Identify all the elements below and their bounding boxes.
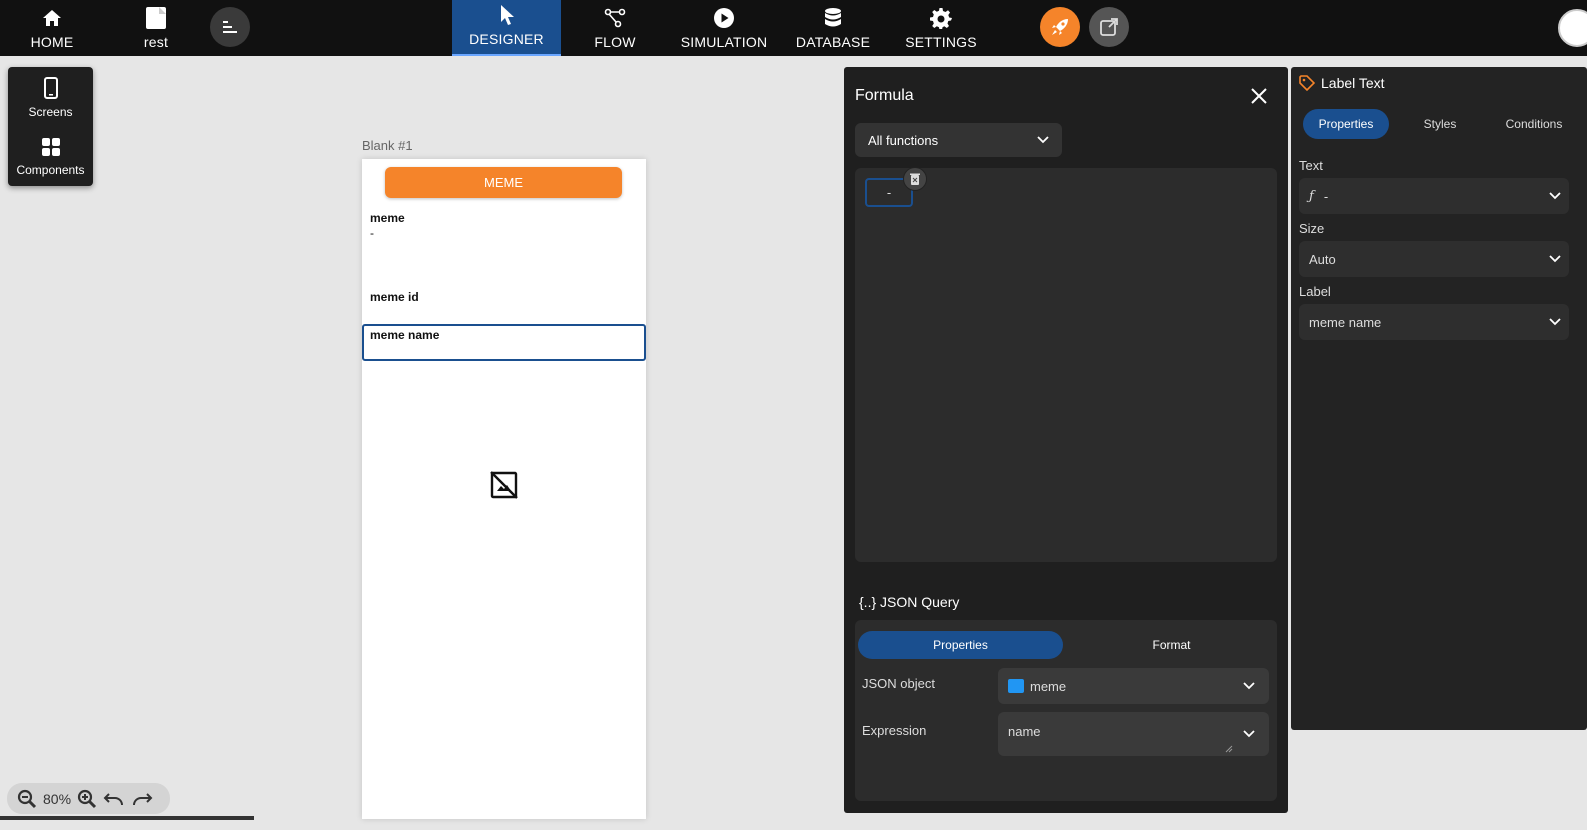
- tab-flow[interactable]: FLOW: [585, 0, 645, 56]
- rocket-icon: [1052, 19, 1068, 35]
- horizontal-scrollbar[interactable]: [0, 816, 254, 820]
- text-label: Text: [1299, 158, 1323, 173]
- flow-icon: [603, 6, 627, 30]
- tag-icon: [1299, 75, 1315, 91]
- json-object-color-swatch: [1008, 679, 1024, 693]
- tab-styles[interactable]: Styles: [1397, 109, 1483, 139]
- palette-screens-label: Screens: [28, 105, 73, 119]
- functions-select-value: All functions: [868, 132, 939, 148]
- formula-token-value: -: [886, 185, 892, 200]
- properties-title-text: Label Text: [1321, 75, 1385, 91]
- external-link-icon: [1100, 18, 1118, 36]
- size-label: Size: [1299, 221, 1325, 236]
- nav-home[interactable]: HOME: [22, 0, 82, 56]
- tab-simulation-label: SIMULATION: [680, 34, 768, 50]
- component-palette: Screens Components: [8, 67, 93, 186]
- meme-label-title[interactable]: meme: [370, 211, 405, 225]
- zoom-in-icon[interactable]: [77, 789, 97, 809]
- chevron-down-icon: [1037, 136, 1049, 144]
- tab-jq-properties[interactable]: Properties: [858, 631, 1063, 659]
- grid-icon: [41, 138, 60, 156]
- selected-label-outline[interactable]: meme name: [362, 324, 646, 361]
- function-icon: ƒ: [1309, 188, 1314, 204]
- label-select[interactable]: meme name: [1299, 304, 1569, 340]
- avatar[interactable]: [1558, 9, 1587, 47]
- label-label: Label: [1299, 284, 1331, 299]
- meme-id-label[interactable]: meme id: [370, 290, 419, 304]
- formula-panel: Formula All functions - {..} JSON Query …: [844, 67, 1288, 813]
- tab-designer-label: DESIGNER: [469, 31, 544, 47]
- nav-project-label: rest: [143, 34, 169, 50]
- tab-flow-label: FLOW: [594, 34, 636, 50]
- expression-label: Expression: [862, 723, 927, 738]
- meme-button[interactable]: MEME: [385, 167, 622, 198]
- chevron-down-icon: [1549, 192, 1561, 200]
- tab-designer[interactable]: DESIGNER: [452, 0, 561, 56]
- palette-screens[interactable]: Screens: [8, 77, 93, 119]
- tab-settings-label: SETTINGS: [905, 34, 977, 50]
- size-select[interactable]: Auto: [1299, 241, 1569, 277]
- properties-panel: Label Text Properties Styles Conditions …: [1291, 67, 1587, 730]
- size-value: Auto: [1309, 251, 1336, 267]
- text-select[interactable]: ƒ -: [1299, 178, 1569, 214]
- chevron-down-icon: [1549, 318, 1561, 326]
- label-value: meme name: [1309, 314, 1382, 330]
- palette-components[interactable]: Components: [8, 137, 93, 177]
- tab-conditions[interactable]: Conditions: [1491, 109, 1577, 139]
- json-object-value: meme: [1030, 678, 1067, 694]
- zoom-out-icon[interactable]: [17, 789, 37, 809]
- cursor-icon: [495, 3, 519, 27]
- json-object-select[interactable]: meme: [998, 668, 1269, 704]
- tab-simulation[interactable]: SIMULATION: [678, 0, 770, 56]
- trash-icon: [910, 173, 920, 185]
- zoom-controls: 80%: [7, 783, 170, 814]
- json-query-title: {..} JSON Query: [859, 594, 960, 610]
- tab-jq-format[interactable]: Format: [1069, 631, 1274, 659]
- nav-project[interactable]: rest: [130, 0, 182, 56]
- publish-button[interactable]: [1040, 7, 1080, 47]
- json-query-box: Properties Format JSON object meme Expre…: [855, 620, 1277, 801]
- meme-label-value[interactable]: -: [370, 226, 374, 240]
- json-query-tabs: Properties Format: [855, 628, 1277, 660]
- open-external-button[interactable]: [1089, 7, 1129, 47]
- formula-editor[interactable]: -: [855, 167, 1277, 562]
- menu-lines-icon: [223, 21, 237, 33]
- json-object-label: JSON object: [862, 676, 935, 691]
- database-icon: [821, 6, 845, 30]
- text-value: -: [1323, 188, 1329, 204]
- chevron-down-icon: [1549, 255, 1561, 263]
- undo-icon[interactable]: [103, 791, 125, 807]
- functions-select[interactable]: All functions: [855, 123, 1062, 157]
- menu-toggle-button[interactable]: [210, 7, 250, 47]
- tab-database-label: DATABASE: [795, 34, 871, 50]
- tab-settings[interactable]: SETTINGS: [904, 0, 978, 56]
- palette-components-label: Components: [16, 163, 85, 177]
- phone-screen-canvas[interactable]: MEME meme - meme id meme name: [362, 159, 646, 819]
- formula-title: Formula: [855, 87, 914, 104]
- document-icon: [144, 6, 168, 30]
- zoom-level: 80%: [43, 790, 72, 807]
- phone-icon: [43, 77, 58, 99]
- home-icon: [40, 6, 64, 30]
- resize-handle-icon[interactable]: [1225, 745, 1233, 753]
- tab-database[interactable]: DATABASE: [794, 0, 872, 56]
- redo-icon[interactable]: [131, 791, 153, 807]
- delete-token-button[interactable]: [903, 167, 927, 191]
- screen-name[interactable]: Blank #1: [362, 138, 413, 153]
- properties-title: Label Text: [1299, 75, 1385, 91]
- expression-input[interactable]: name: [998, 712, 1269, 756]
- broken-image-icon[interactable]: [489, 470, 519, 500]
- gear-icon: [929, 6, 953, 30]
- chevron-down-icon: [1243, 682, 1255, 690]
- meme-name-label[interactable]: meme name: [370, 328, 439, 342]
- tab-properties[interactable]: Properties: [1303, 109, 1389, 139]
- chevron-down-icon: [1243, 730, 1255, 738]
- close-icon[interactable]: [1249, 86, 1269, 106]
- play-circle-icon: [712, 6, 736, 30]
- top-navigation-bar: HOME rest DESIGNER FLOW SIMULATION DATAB…: [0, 0, 1587, 56]
- nav-home-label: HOME: [30, 34, 74, 50]
- expression-value: name: [1008, 724, 1041, 739]
